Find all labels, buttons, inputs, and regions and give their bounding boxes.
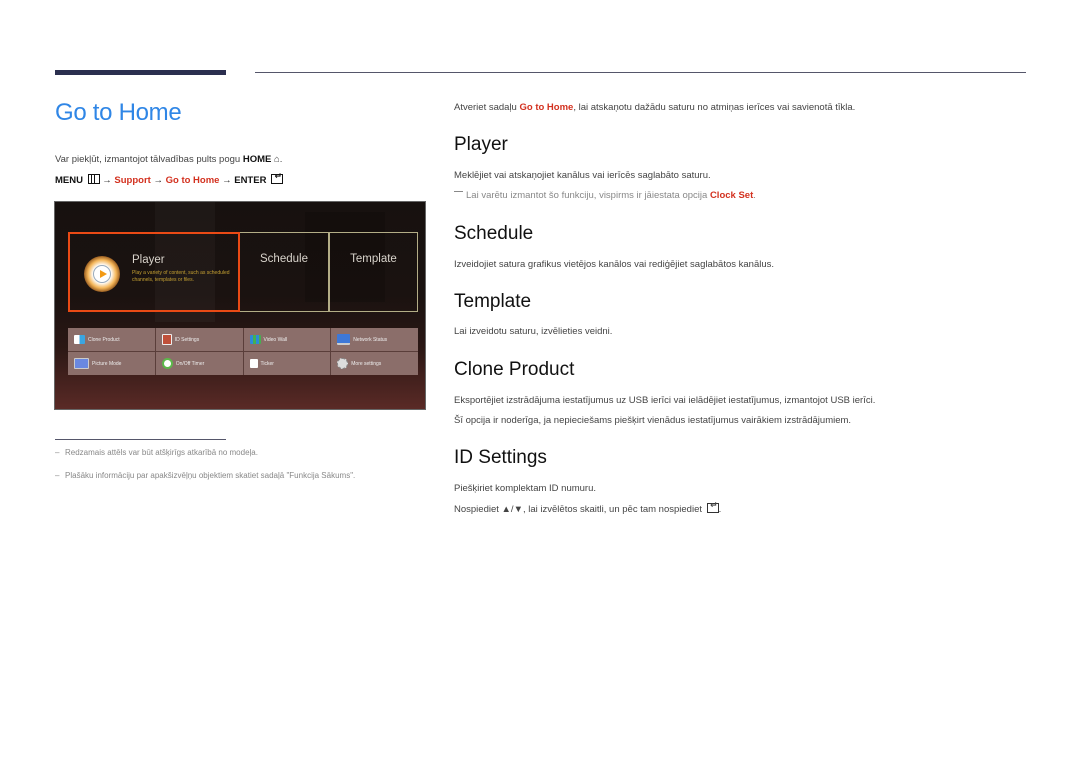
clone-product-description-1: Eksportējiet izstrādājuma iestatījumus u… (454, 395, 876, 406)
tile-player[interactable]: Player Play a variety of content, such a… (68, 232, 240, 312)
play-icon (84, 256, 120, 292)
page-title: Go to Home (55, 99, 182, 126)
tile-schedule-label: Schedule (260, 253, 308, 265)
id-settings-text-post: , lai izvēlētos skaitli, un pēc tam nosp… (522, 504, 705, 515)
enter-label: ENTER (234, 175, 267, 186)
grid-item-ticker[interactable]: Ticker (243, 352, 331, 375)
header-rule-thin (255, 72, 1026, 73)
section-heading-id-settings: ID Settings (454, 447, 547, 468)
home-screen-illustration: Player Play a variety of content, such a… (54, 201, 426, 410)
network-status-icon (337, 334, 351, 345)
home-icon: ⌂ (273, 154, 280, 165)
grid-item-network-status[interactable]: Network Status (331, 328, 418, 351)
player-note-text: Lai varētu izmantot šo funkciju, vispirm… (466, 190, 710, 201)
id-settings-icon (161, 334, 172, 345)
video-wall-icon (249, 335, 261, 344)
tile-template-label: Template (350, 253, 397, 265)
enter-icon (706, 500, 719, 513)
home-button-label: HOME (242, 154, 272, 165)
section-heading-player: Player (454, 134, 508, 155)
section-heading-schedule: Schedule (454, 223, 534, 244)
schedule-description: Izveidojiet satura grafikus vietējos kan… (454, 259, 775, 270)
right-intro: Atveriet sadaļu Go to Home, lai atskaņot… (454, 102, 855, 113)
enter-icon (271, 171, 284, 184)
section-heading-template: Template (454, 291, 532, 312)
grid-item-label: On/Off Timer (175, 360, 205, 367)
grid-item-label: ID Settings (174, 336, 200, 343)
menu-path: MENU → Support → Go to Home → ENTER (55, 171, 284, 186)
grid-item-more-settings[interactable]: More settings (331, 352, 418, 375)
template-description: Lai izveidotu saturu, izvēlieties veidni… (454, 326, 613, 337)
intro-text: Var piekļūt, izmantojot tālvadības pults… (55, 154, 283, 165)
clone-product-icon (74, 335, 85, 344)
grid-item-label: Network Status (353, 336, 388, 343)
settings-grid: Clone Product ID Settings Video Wall Net… (68, 328, 418, 375)
clock-set-link: Clock Set (709, 190, 754, 201)
id-settings-text-pre: Nospiediet (454, 504, 502, 515)
player-description: Meklējiet vai atskaņojiet kanālus vai ie… (454, 170, 711, 181)
footnote-text: Redzamais attēls var būt atšķirīgs atkar… (65, 448, 258, 457)
arrow-3: → (222, 175, 232, 186)
footnote: – Plašāku informāciju par apakšizvēļņu ob… (55, 471, 356, 480)
grid-item-video-wall[interactable]: Video Wall (243, 328, 331, 351)
arrow-2: → (153, 175, 163, 186)
grid-item-label: Video Wall (263, 336, 288, 343)
footnote-text: Plašāku informāciju par apakšizvēļņu obj… (65, 471, 356, 480)
note-dash (454, 191, 463, 192)
grid-item-label: More settings (351, 360, 382, 367)
picture-mode-icon (74, 358, 89, 369)
up-down-arrows-icon: ▲/▼ (501, 504, 523, 515)
tile-player-description: Play a variety of content, such as sched… (132, 270, 230, 283)
grid-item-label: Ticker (260, 360, 274, 367)
right-intro-pre: Atveriet sadaļu (454, 102, 520, 113)
menu-label: MENU (55, 175, 83, 186)
menu-icon (87, 174, 100, 184)
footnote-divider (55, 439, 226, 440)
header-rule-thick (55, 70, 226, 75)
arrow-1: → (102, 175, 112, 186)
on-off-timer-icon (161, 358, 173, 369)
player-note-end: . (753, 190, 756, 201)
intro-text-body: Var piekļūt, izmantojot tālvadības pults… (55, 154, 243, 165)
tile-player-label: Player (132, 254, 165, 266)
right-intro-post: , lai atskaņotu dažādu saturu no atmiņas… (573, 102, 856, 113)
grid-item-on-off-timer[interactable]: On/Off Timer (155, 352, 243, 375)
player-note: Lai varētu izmantot šo funkciju, vispirm… (454, 190, 756, 201)
tile-template[interactable]: Template (329, 232, 418, 312)
id-settings-description-1: Piešķiriet komplektam ID numuru. (454, 483, 597, 494)
grid-item-clone-product[interactable]: Clone Product (68, 328, 155, 351)
right-intro-link: Go to Home (519, 102, 574, 113)
grid-item-label: Clone Product (88, 336, 120, 343)
grid-item-id-settings[interactable]: ID Settings (155, 328, 243, 351)
section-heading-clone-product: Clone Product (454, 359, 575, 380)
id-settings-description-2: Nospiediet ▲/▼, lai izvēlētos skaitli, u… (454, 500, 722, 515)
more-settings-icon (337, 358, 349, 369)
footnote: – Redzamais attēls var būt atšķirīgs atka… (55, 448, 258, 457)
grid-item-picture-mode[interactable]: Picture Mode (68, 352, 155, 375)
tile-schedule[interactable]: Schedule (240, 232, 329, 312)
grid-item-label: Picture Mode (92, 360, 122, 367)
menu-path-support: Support (114, 175, 151, 186)
clone-product-description-2: Šī opcija ir noderīga, ja nepieciešams p… (454, 415, 852, 426)
id-settings-text-end: . (718, 504, 722, 515)
menu-path-go-to-home: Go to Home (165, 175, 220, 186)
ticker-icon (249, 359, 258, 368)
